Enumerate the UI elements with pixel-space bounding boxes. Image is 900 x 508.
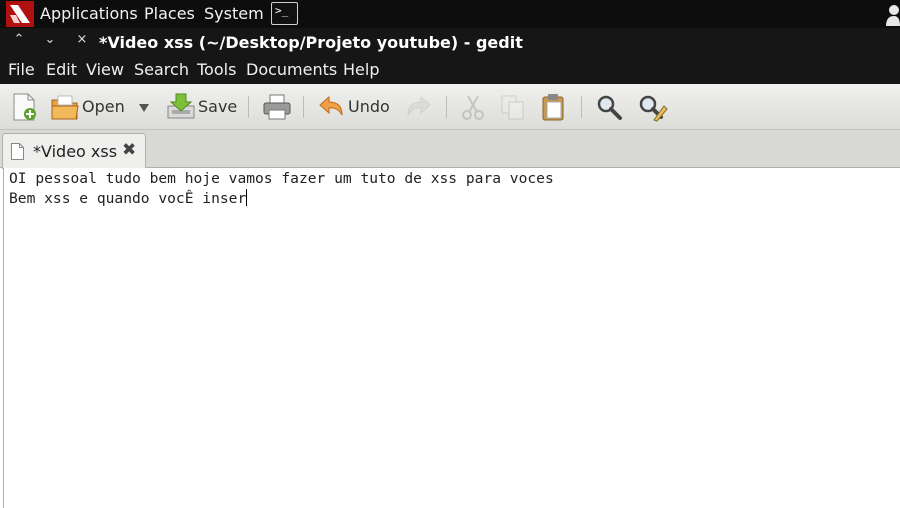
menubar: File Edit View Search Tools Documents He… [0, 56, 900, 84]
undo-icon [319, 95, 343, 116]
chevron-down-icon[interactable] [139, 104, 149, 112]
document-icon [11, 143, 24, 160]
scissors-icon [462, 95, 484, 120]
find-replace-icon [639, 95, 668, 122]
new-document-button[interactable] [10, 92, 40, 122]
top-panel: Applications Places System >_ [0, 0, 900, 28]
window-titlebar: ⌃ ⌄ × *Video xss (~/Desktop/Projeto yout… [0, 28, 900, 56]
toolbar: Open Save Undo [0, 84, 900, 130]
paste-button[interactable] [538, 92, 568, 122]
toolbar-separator [446, 96, 447, 118]
redo-icon [407, 95, 431, 116]
user-icon[interactable] [884, 2, 900, 26]
toolbar-separator [303, 96, 304, 118]
open-button[interactable]: Open [50, 92, 160, 122]
menu-documents[interactable]: Documents [246, 60, 337, 79]
undo-label: Undo [348, 97, 390, 116]
menu-search[interactable]: Search [134, 60, 189, 79]
new-document-icon [13, 93, 36, 121]
document-tab[interactable]: *Video xss ✖ [2, 133, 146, 169]
find-replace-button[interactable] [636, 92, 668, 122]
printer-icon [263, 94, 291, 120]
find-button[interactable] [594, 92, 624, 122]
copy-icon [501, 95, 524, 120]
document-tab-strip: *Video xss ✖ [0, 130, 900, 169]
close-tab-icon[interactable]: ✖ [122, 140, 136, 160]
minimize-button[interactable]: ⌄ [42, 32, 58, 47]
text-editor[interactable]: OI pessoal tudo bem hoje vamos fazer um … [3, 168, 900, 508]
menu-file[interactable]: File [8, 60, 35, 79]
menu-edit[interactable]: Edit [46, 60, 77, 79]
places-menu[interactable]: Places [144, 4, 195, 23]
print-button[interactable] [262, 92, 292, 122]
maximize-button[interactable]: ⌃ [11, 32, 27, 47]
menu-tools[interactable]: Tools [197, 60, 236, 79]
copy-button[interactable] [498, 92, 528, 122]
distro-logo-icon[interactable] [6, 1, 34, 27]
save-button[interactable]: Save [166, 92, 238, 122]
menu-help[interactable]: Help [343, 60, 379, 79]
applications-menu[interactable]: Applications [40, 4, 138, 23]
tab-label: *Video xss [33, 142, 118, 161]
folder-icon [51, 95, 79, 120]
system-menu[interactable]: System [204, 4, 264, 23]
save-icon [167, 93, 195, 119]
window-title: *Video xss (~/Desktop/Projeto youtube) -… [99, 33, 523, 52]
editor-line-1: OI pessoal tudo bem hoje vamos fazer um … [9, 170, 554, 187]
toolbar-separator [581, 96, 582, 118]
redo-button[interactable] [404, 92, 434, 122]
toolbar-separator [248, 96, 249, 118]
cut-button[interactable] [458, 92, 488, 122]
open-label: Open [82, 97, 125, 116]
undo-button[interactable]: Undo [316, 92, 392, 122]
menu-view[interactable]: View [86, 60, 124, 79]
editor-line-2: Bem xss e quando vocÊ inser [9, 189, 248, 207]
terminal-icon[interactable]: >_ [271, 2, 298, 25]
search-icon [597, 95, 622, 120]
clipboard-icon [542, 94, 564, 121]
close-window-button[interactable]: × [74, 32, 90, 47]
save-label: Save [198, 97, 238, 116]
text-cursor [246, 189, 248, 206]
